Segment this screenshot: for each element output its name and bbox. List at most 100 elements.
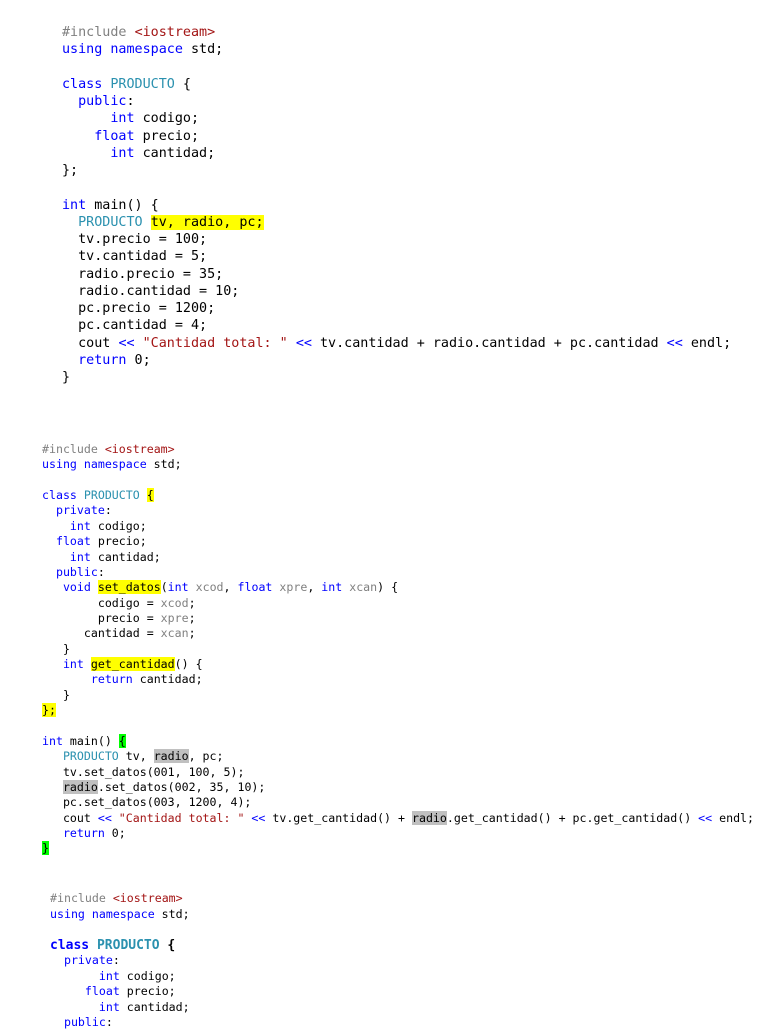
code-line: float precio; <box>50 984 190 1000</box>
code-token-plain: std; <box>146 457 182 472</box>
code-token-plain: , <box>223 580 238 595</box>
code-line: float precio; <box>42 534 754 549</box>
code-token-plain: pc.precio = 1200; <box>62 301 216 316</box>
code-line: tv.cantidad = 5; <box>62 248 731 265</box>
code-token-kw: << <box>666 335 683 351</box>
code-line: cantidad = xcan; <box>42 626 754 641</box>
code-line: private: <box>50 953 190 969</box>
code-token-kw: int <box>321 580 343 595</box>
code-line: ​ <box>62 179 731 196</box>
code-token-kw: << <box>97 810 112 825</box>
code-token-plain: cout <box>62 335 119 351</box>
code-token-kw: return <box>42 672 133 687</box>
code-line: int codigo; <box>50 969 190 985</box>
code-snippet-1: #include <iostream>using namespace std;​… <box>62 24 731 386</box>
code-line: int main() { <box>42 733 754 749</box>
code-line: tv.set_datos(001, 100, 5); <box>42 765 754 780</box>
code-token-plain: main() { <box>86 197 159 213</box>
code-token-plain: codigo = <box>42 595 161 610</box>
code-token-plain: }; <box>62 163 79 178</box>
code-line: }; <box>62 162 731 179</box>
code-token-param: xcan <box>349 580 378 595</box>
code-token-plain: ( <box>160 580 168 595</box>
code-line: return cantidad; <box>42 672 754 687</box>
code-line: ​ <box>42 718 754 733</box>
code-token-kw: private <box>42 503 105 518</box>
code-token-plain: tv.precio = 100; <box>62 232 208 247</box>
code-token-kw: float <box>62 128 135 144</box>
code-line: cout << "Cantidad total: " << tv.cantida… <box>62 335 731 352</box>
code-token-plain: cantidad; <box>119 999 190 1014</box>
code-token-pp: #include <box>50 891 113 905</box>
code-token-param: xpre <box>279 580 308 595</box>
code-line: void set_datos(int xcod, float xpre, int… <box>42 580 754 595</box>
code-line: public: <box>50 1015 190 1031</box>
code-token-plain: cantidad; <box>134 145 216 161</box>
code-token-plain: ; <box>188 626 196 641</box>
code-token-plain: tv.set_datos(001, 100, 5); <box>42 764 245 779</box>
code-line: }; <box>42 703 754 718</box>
code-line: pc.precio = 1200; <box>62 300 731 317</box>
code-token-plain: precio; <box>119 984 176 998</box>
code-token-plain: .get_cantidad() + pc.get_cantidad() <box>446 810 699 825</box>
code-line: } <box>42 642 754 657</box>
code-token-kw: return <box>62 352 127 368</box>
code-token-plain: .set_datos(002, 35, 10); <box>97 779 266 794</box>
code-token-str: <iostream> <box>104 442 175 456</box>
code-token-kw: int <box>62 197 87 213</box>
code-token-kw: float <box>42 534 91 549</box>
code-token-pp: #include <box>42 442 105 456</box>
code-token-type: PRODUCTO <box>42 749 119 764</box>
code-line: pc.cantidad = 4; <box>62 317 731 334</box>
code-token-kw: void <box>42 580 91 595</box>
code-token-plain: ) { <box>377 580 399 595</box>
code-token-plain: codigo; <box>90 518 147 533</box>
code-token-plain: radio.cantidad = 10; <box>62 283 240 299</box>
code-line: class PRODUCTO { <box>42 488 754 503</box>
code-token-kw: float <box>237 580 273 595</box>
code-line: ​ <box>62 59 731 76</box>
code-line: radio.precio = 35; <box>62 266 731 283</box>
code-token-param: xcod <box>160 595 189 610</box>
code-token-plain: 0; <box>126 352 151 368</box>
code-token-kw: int <box>50 968 120 983</box>
code-token-kw: using namespace <box>62 42 183 58</box>
code-token-kw: class <box>50 937 90 953</box>
code-token-plain: precio = <box>42 610 161 625</box>
code-snippet-2: #include <iostream>using namespace std; ​… <box>42 442 754 857</box>
code-token-type: PRODUCTO <box>110 76 175 92</box>
code-token-kw: << <box>698 810 713 825</box>
code-token-str: "Cantidad total: " <box>142 335 288 351</box>
code-token-kw: class <box>62 76 103 92</box>
code-line: using namespace std; <box>62 41 731 58</box>
code-line: int cantidad; <box>50 1000 190 1016</box>
code-token-plain: precio; <box>134 128 200 144</box>
code-token-plain: get_cantidad <box>90 657 175 672</box>
code-token-plain: tv, radio, pc; <box>150 214 264 230</box>
code-line: cout << "Cantidad total: " << tv.get_can… <box>42 810 754 826</box>
code-token-plain: radio.precio = 35; <box>62 266 224 282</box>
code-token-kw: using namespace <box>42 457 147 472</box>
code-token-kw: << <box>295 335 312 351</box>
code-token-plain: radio <box>153 749 189 764</box>
code-snippet-3: #include <iostream>using namespace std;​… <box>50 891 190 1031</box>
code-token-plain: { <box>159 937 176 953</box>
code-token-plain: : <box>105 1015 113 1029</box>
code-token-type: PRODUCTO <box>62 214 143 230</box>
code-line: float precio; <box>62 128 731 145</box>
code-token-kw: int <box>42 549 91 564</box>
code-token-kw: int <box>50 999 120 1014</box>
code-token-plain: cout <box>42 810 98 825</box>
code-token-kw: int <box>42 518 91 533</box>
code-token-plain: { <box>118 733 126 748</box>
code-token-plain: , pc; <box>188 749 224 764</box>
code-token-plain: } <box>42 641 70 656</box>
code-token-plain: , <box>307 580 322 595</box>
code-token-plain: ; <box>188 610 196 625</box>
code-line: return 0; <box>42 826 754 841</box>
